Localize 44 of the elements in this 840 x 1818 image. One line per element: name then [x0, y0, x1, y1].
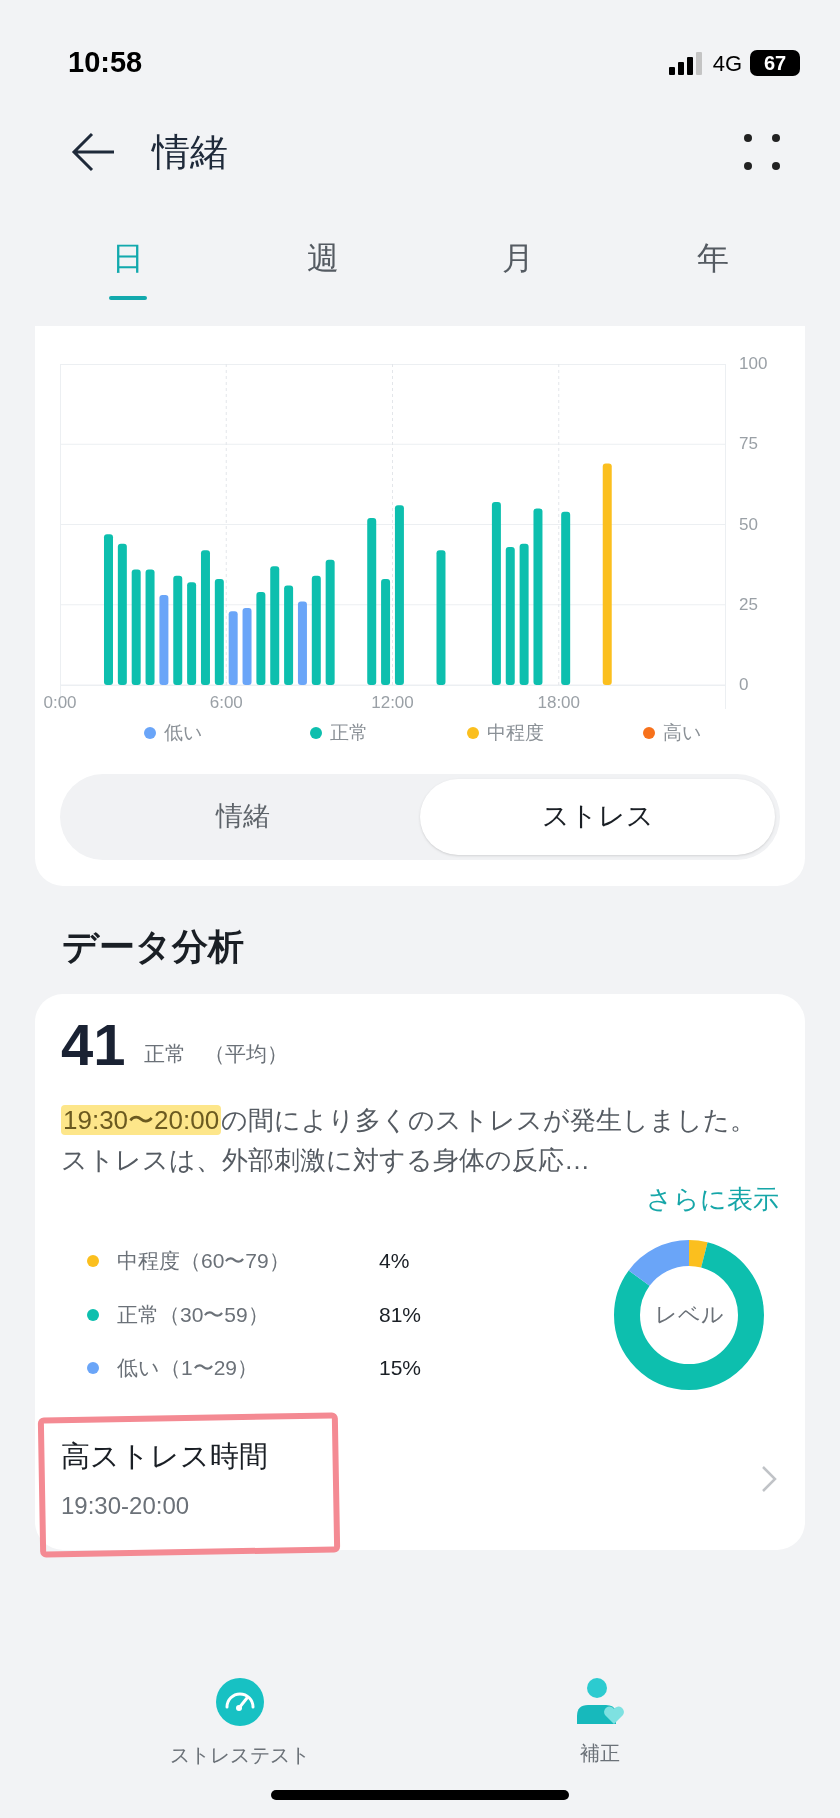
y-tick-label: 25	[739, 595, 758, 613]
legend-label: 中程度	[487, 721, 545, 745]
average-score: 41	[61, 1015, 126, 1074]
score-note: （平均）	[203, 1041, 288, 1067]
period-tab[interactable]: 週	[225, 212, 420, 322]
summary-text: 19:30〜20:00の間により多くのストレスが発生しました。ストレスは、外部刺激に対する身体の反応…	[61, 1103, 758, 1177]
more-options-icon[interactable]	[744, 134, 780, 170]
legend-label: 高い	[662, 721, 701, 745]
period-tab[interactable]: 月	[420, 212, 615, 322]
page-title: 情緒	[152, 129, 228, 175]
section-heading: データ分析	[62, 924, 245, 969]
show-more-link[interactable]: さらに表示	[646, 1179, 779, 1219]
level-label: 正常（30〜59）	[117, 1301, 270, 1328]
level-share: 15%	[379, 1355, 422, 1382]
y-tick-label: 50	[739, 515, 758, 533]
status-time: 10:58	[68, 45, 143, 81]
mode-option[interactable]: 情緒	[65, 778, 420, 855]
level-label: 中程度（60〜79）	[117, 1248, 291, 1275]
nav-button[interactable]: ストレステスト	[60, 1678, 420, 1770]
legend-label: 正常	[330, 721, 369, 745]
signal-icon	[668, 51, 705, 75]
donut-label: レベル	[654, 1303, 724, 1326]
x-tick-label: 18:00	[537, 694, 580, 711]
x-tick-label: 6:00	[209, 694, 243, 711]
network-label: 4G	[712, 49, 742, 78]
gauge-icon	[216, 1678, 264, 1726]
level-label: 低い（1〜29）	[117, 1355, 260, 1382]
high-stress-time: 19:30-20:00	[61, 1491, 191, 1521]
y-tick-label: 0	[739, 676, 749, 693]
person-heart-icon	[576, 1678, 624, 1724]
level-share: 4%	[379, 1248, 410, 1275]
high-stress-title: 高ストレス時間	[61, 1438, 268, 1474]
mode-option[interactable]: ストレス	[420, 778, 775, 855]
nav-button[interactable]: 補正	[420, 1678, 780, 1770]
x-tick-label: 0:00	[43, 694, 77, 711]
y-tick-label: 100	[739, 355, 768, 372]
x-tick-label: 12:00	[371, 694, 414, 711]
y-tick-label: 75	[739, 435, 758, 453]
score-status: 正常	[143, 1041, 186, 1067]
period-tab[interactable]: 年	[615, 212, 810, 322]
legend-label: 低い	[164, 721, 203, 745]
level-share: 81%	[379, 1301, 422, 1328]
battery-indicator: 67	[750, 50, 800, 76]
back-arrow-icon[interactable]	[70, 132, 116, 172]
